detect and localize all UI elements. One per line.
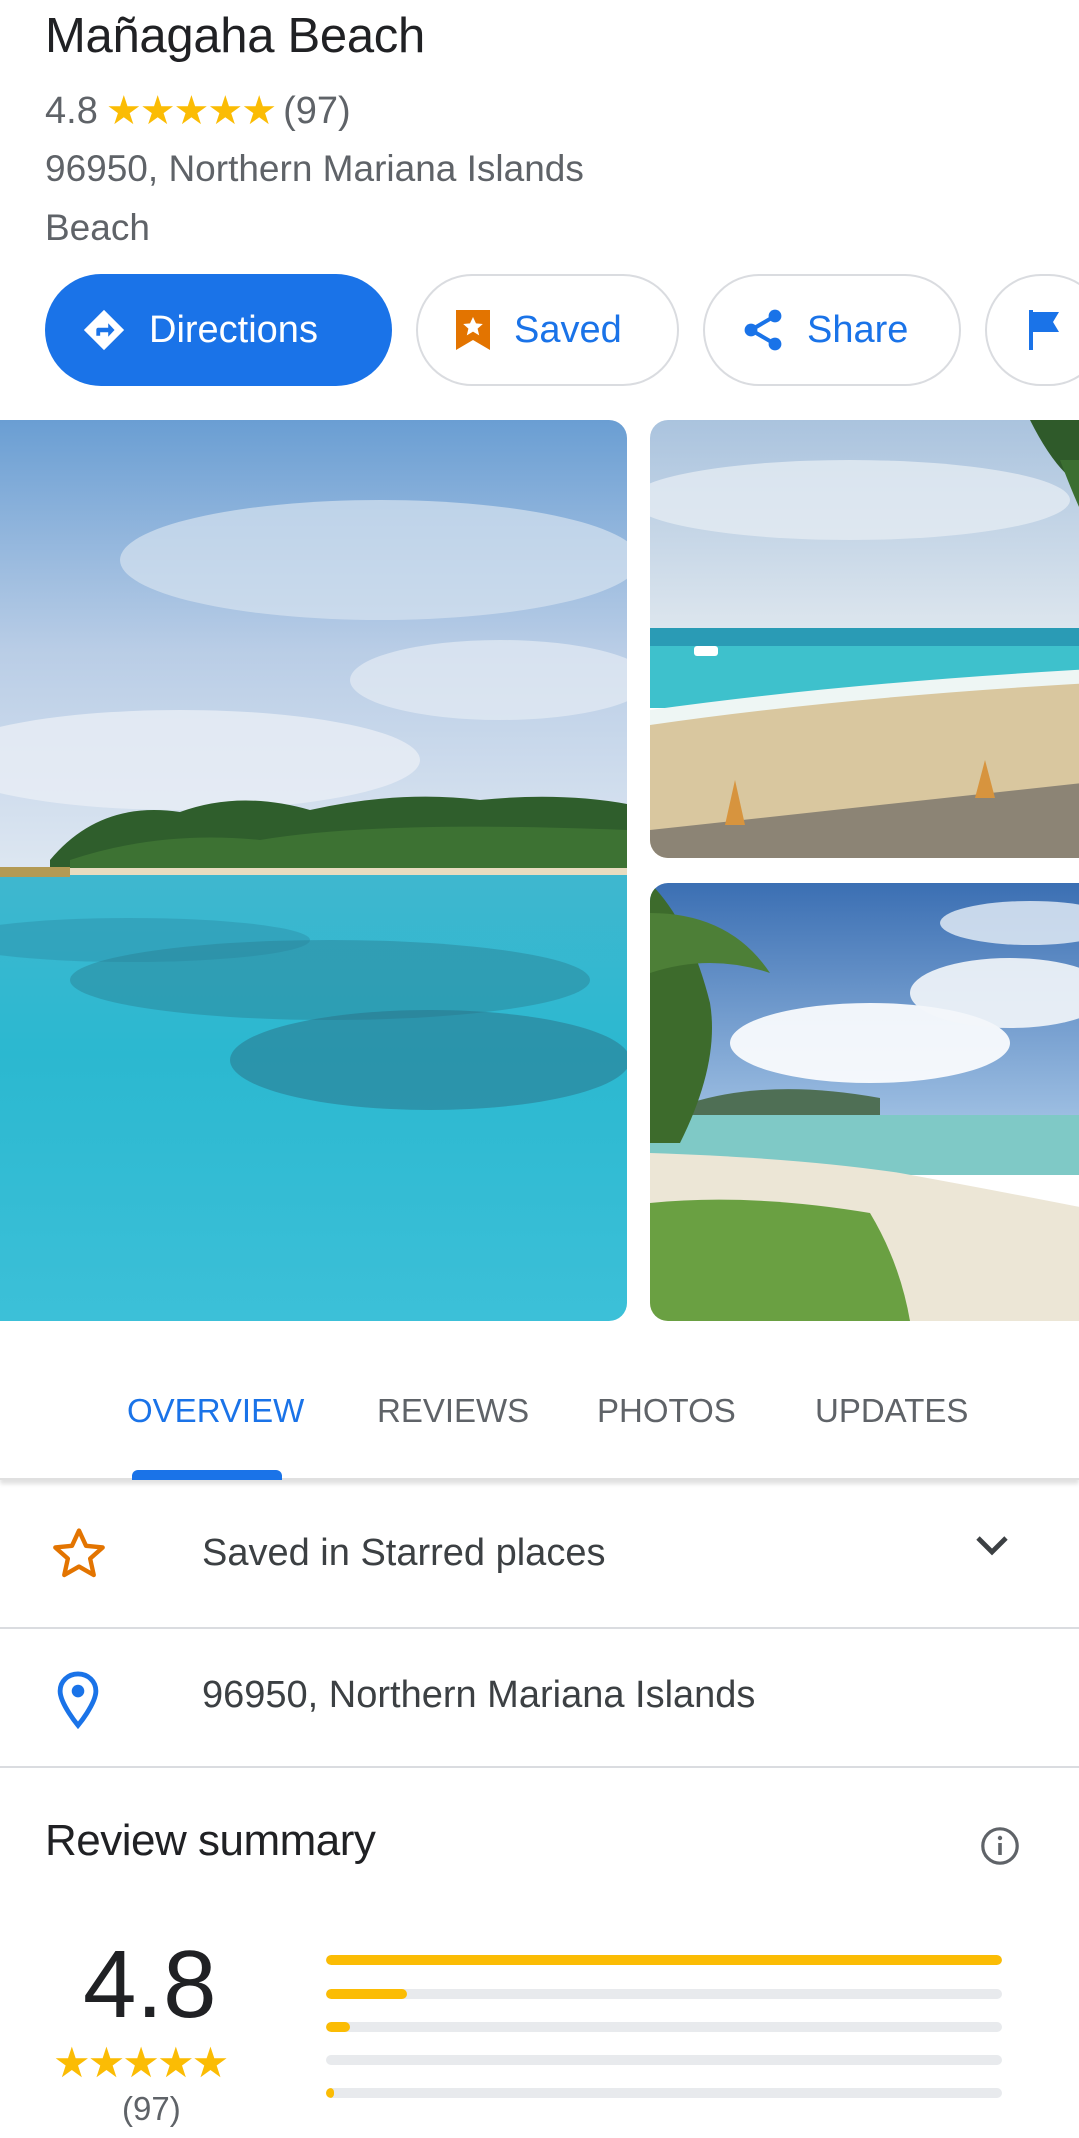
review-count: (97) [283,89,351,132]
saved-list-row[interactable]: Saved in Starred places [0,1484,1079,1629]
photo-thumbnail-2[interactable] [650,883,1079,1321]
tab-bar: OVERVIEW REVIEWS PHOTOS UPDATES [0,1368,1079,1480]
tab-updates[interactable]: UPDATES [815,1392,968,1430]
saved-label: Saved [514,308,622,351]
rating-bar-fill [326,1955,1002,1965]
action-buttons: Directions Saved Share [45,274,1079,386]
rating-bar-1[interactable] [326,2088,1002,2098]
tab-reviews[interactable]: REVIEWS [377,1392,529,1430]
share-label: Share [807,308,909,351]
photo-thumbnail-1[interactable] [650,420,1079,858]
average-rating-stars: ★★★★★ [53,2039,229,2086]
star-outline-icon [50,1526,108,1587]
share-icon [741,307,785,353]
rating-value: 4.8 [45,89,98,132]
place-category: Beach [45,207,150,248]
active-tab-indicator [132,1470,282,1480]
directions-icon [81,307,127,353]
rating-bar-fill [326,2088,335,2098]
rating-bar-3[interactable] [326,2022,1002,2032]
tab-photos[interactable]: PHOTOS [597,1392,736,1430]
review-summary-title: Review summary [45,1816,376,1865]
location-pin-icon [55,1671,101,1734]
tab-overview[interactable]: OVERVIEW [127,1392,304,1430]
total-review-count[interactable]: (97) [122,2090,181,2128]
share-button[interactable]: Share [703,274,961,386]
info-icon[interactable] [980,1826,1020,1871]
saved-button[interactable]: Saved [416,274,679,386]
rating-stars: ★★★★★ [105,89,277,133]
directions-button[interactable]: Directions [45,274,392,386]
report-button[interactable] [985,274,1079,386]
address-row[interactable]: 96950, Northern Mariana Islands [0,1629,1079,1768]
main-photo[interactable] [0,420,627,1321]
chevron-down-icon[interactable] [975,1534,1009,1563]
rating-summary[interactable]: 4.8 ★★★★★ (97) [45,88,351,134]
saved-list-label: Saved in Starred places [202,1532,606,1574]
place-title: Mañagaha Beach [45,9,425,63]
rating-bar-2[interactable] [326,2055,1002,2065]
address-label: 96950, Northern Mariana Islands [202,1674,756,1716]
place-address: 96950, Northern Mariana Islands [45,148,584,189]
rating-bar-4[interactable] [326,1989,1002,1999]
bookmark-star-icon [454,308,492,352]
rating-bar-5[interactable] [326,1955,1002,1965]
average-rating: 4.8 [83,1931,217,2038]
rating-bar-fill [326,1989,408,1999]
rating-bar-fill [326,2022,350,2032]
directions-label: Directions [149,308,318,351]
flag-icon [1025,308,1065,352]
